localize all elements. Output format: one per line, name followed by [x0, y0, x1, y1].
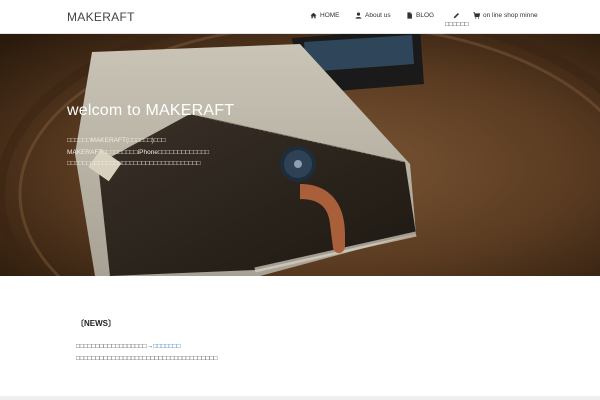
home-icon	[310, 12, 317, 19]
main-nav: HOME About us BLOG □□□□□□ on line shop m…	[0, 0, 600, 34]
hero-banner: welcom to MAKERAFT □□□□□□MAKERAFT(□□□□□□…	[0, 34, 600, 276]
hero-line: □□□□□□□□□□□□□□□□□□□□□□□□□□□□□□□□□□	[67, 160, 201, 167]
nav-shop[interactable]: on line shop minne	[473, 12, 538, 19]
news-item: □□□□□□□□□□□□□□□□□□→□□□□□□□	[76, 341, 536, 353]
hero-description: □□□□□□MAKERAFT(□□□□□□)□□□ MAKERAFT□□□□□□…	[67, 135, 327, 170]
nav-works[interactable]: □□□□□□	[445, 12, 469, 28]
pencil-icon	[453, 12, 460, 19]
cart-icon	[473, 12, 480, 19]
nav-blog-label: BLOG	[416, 12, 435, 19]
nav-works-label: □□□□□□	[445, 21, 469, 28]
footer-divider	[0, 396, 600, 400]
nav-home[interactable]: HOME	[310, 12, 340, 19]
hero-line: □□□□□□MAKERAFT(□□□□□□)□□□	[67, 137, 166, 144]
hero-title: welcom to MAKERAFT	[67, 102, 235, 119]
news-title: 〔NEWS〕	[76, 319, 116, 328]
news-section: 〔NEWS〕 □□□□□□□□□□□□□□□□□□→□□□□□□□ □□□□□□…	[76, 318, 536, 364]
site-header: MAKERAFT HOME About us BLOG □□□□□□ on li…	[0, 0, 600, 34]
nav-shop-label: on line shop minne	[483, 12, 538, 19]
nav-blog[interactable]: BLOG	[406, 12, 434, 19]
hero-line: MAKERAFT□□□□□□□□□iPhone□□□□□□□□□□□□□	[67, 148, 210, 156]
nav-about-label: About us	[365, 12, 391, 19]
news-item: □□□□□□□□□□□□□□□□□□□□□□□□□□□□□□□□□□□□	[76, 354, 218, 362]
document-icon	[407, 12, 412, 19]
user-icon	[355, 12, 362, 19]
nav-home-label: HOME	[320, 12, 340, 19]
news-link[interactable]: □□□□□□□	[153, 343, 180, 350]
nav-about[interactable]: About us	[355, 12, 391, 19]
news-item-text: □□□□□□□□□□□□□□□□□□→	[76, 343, 154, 350]
